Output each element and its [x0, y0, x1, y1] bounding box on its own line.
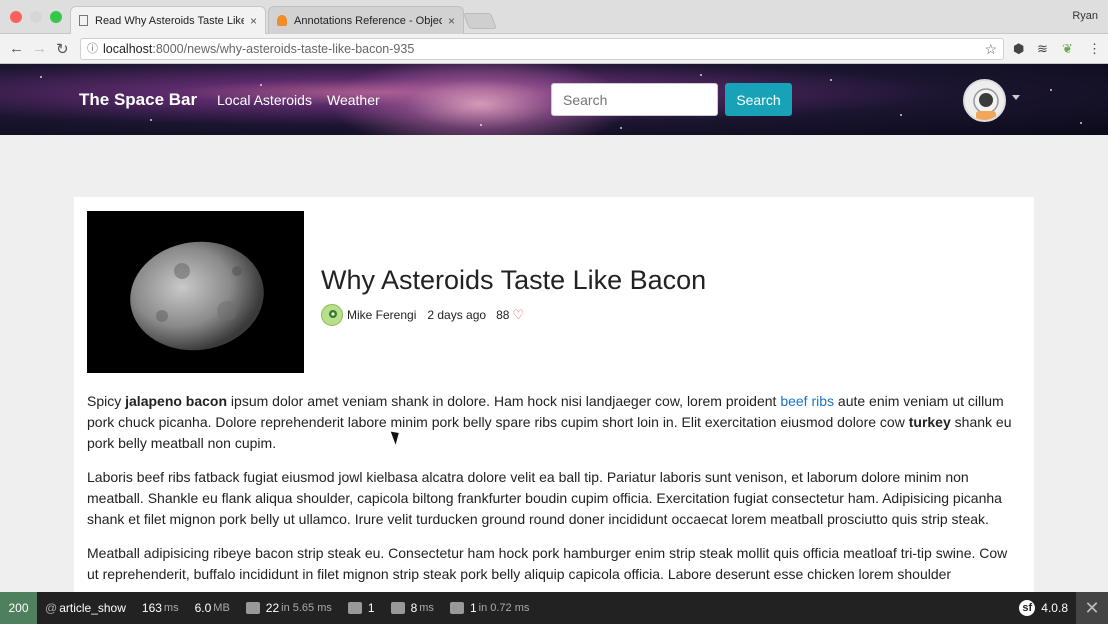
extension-leaf-icon[interactable]: ❦: [1062, 41, 1073, 57]
tab-annotations-reference[interactable]: Annotations Reference - Objec ×: [268, 6, 464, 34]
article-body: Spicy jalapeno bacon ipsum dolor amet ve…: [87, 391, 1022, 592]
back-arrow-icon[interactable]: ←: [9, 40, 24, 57]
debug-toolbar: 200 @ article_show 163 ms 6.0 MB 22 in 5.65 …: [0, 592, 1108, 624]
doctrine-icon: [277, 15, 287, 26]
author-name: Mike Ferengi: [347, 308, 417, 322]
article-meta: Mike Ferengi 2 days ago 88 ♡: [321, 304, 524, 326]
search-input[interactable]: [551, 83, 718, 116]
article-title: Why Asteroids Taste Like Bacon: [321, 265, 707, 295]
twig-item[interactable]: 8 ms: [383, 592, 442, 624]
astronaut-icon: [973, 88, 999, 120]
database-layers-icon: [245, 602, 260, 614]
log-messages-icon: [347, 602, 362, 614]
new-tab-button[interactable]: [463, 13, 497, 29]
beef-ribs-link[interactable]: beef ribs: [780, 393, 834, 409]
bookmark-star-icon[interactable]: ☆: [984, 39, 997, 59]
logs-item[interactable]: 1: [340, 592, 383, 624]
published-date: 2 days ago: [427, 308, 487, 322]
route-item[interactable]: @ article_show: [37, 592, 134, 624]
address-toolbar: ← → ↻ ⓘ localhost:8000/news/why-asteroid…: [0, 34, 1108, 64]
url-host: localhost: [103, 42, 153, 56]
tab-article[interactable]: Read Why Asteroids Taste Like ×: [70, 6, 266, 34]
paragraph-3: Meatball adipisicing ribeye bacon strip …: [87, 545, 1008, 582]
doctrine-item[interactable]: 22 in 5.65 ms: [238, 592, 340, 624]
menu-dots-icon[interactable]: ⋮: [1088, 41, 1101, 57]
maximize-window-icon[interactable]: [50, 11, 62, 23]
nav-link-weather[interactable]: Weather: [327, 92, 380, 108]
site-navbar: The Space Bar Local Asteroids Weather Se…: [0, 64, 1108, 135]
browser-tabstrip: Read Why Asteroids Taste Like × Annotati…: [0, 0, 1108, 34]
url-path: :8000/news/why-asteroids-taste-like-baco…: [152, 42, 415, 56]
search-button[interactable]: Search: [725, 83, 792, 116]
like-count: 88: [496, 308, 510, 322]
author-avatar: [321, 304, 343, 326]
profile-name[interactable]: Ryan: [1072, 10, 1098, 22]
time-item[interactable]: 163 ms: [134, 592, 187, 624]
symfony-version-item[interactable]: sf 4.0.8: [1011, 592, 1076, 624]
paragraph-2: Laboris beef ribs fatback fugiat eiusmod…: [87, 469, 1002, 527]
info-icon[interactable]: ⓘ: [87, 39, 98, 59]
article-card: Why Asteroids Taste Like Bacon Mike Fere…: [74, 197, 1034, 592]
nav-link-local-asteroids[interactable]: Local Asteroids: [217, 92, 312, 108]
minimize-window-icon[interactable]: [30, 11, 42, 23]
tab-close-icon[interactable]: ×: [448, 14, 455, 28]
heart-icon[interactable]: ♡: [512, 307, 524, 323]
chevron-down-icon[interactable]: [1012, 95, 1020, 100]
forward-arrow-icon[interactable]: →: [32, 40, 47, 57]
address-bar[interactable]: ⓘ localhost:8000/news/why-asteroids-tast…: [80, 38, 1004, 60]
asteroid-image: [87, 211, 304, 373]
extension-layers-icon[interactable]: ≋: [1037, 41, 1048, 57]
user-avatar[interactable]: [963, 79, 1006, 122]
tab-label: Annotations Reference - Objec: [294, 14, 442, 27]
reload-icon[interactable]: ↻: [56, 40, 69, 58]
tab-close-icon[interactable]: ×: [250, 14, 257, 28]
symfony-logo-icon: sf: [1019, 600, 1036, 616]
site-brand[interactable]: The Space Bar: [79, 90, 197, 110]
memory-item[interactable]: 6.0 MB: [187, 592, 238, 624]
paragraph-1: Spicy jalapeno bacon ipsum dolor amet ve…: [87, 393, 1012, 451]
document-icon: [79, 15, 88, 26]
close-window-icon[interactable]: [10, 11, 22, 23]
cache-icon: [449, 602, 464, 614]
template-icon: [390, 602, 405, 614]
status-code-badge[interactable]: 200: [0, 592, 37, 624]
page-viewport: The Space Bar Local Asteroids Weather Se…: [0, 64, 1108, 592]
tab-label: Read Why Asteroids Taste Like: [95, 14, 244, 27]
extension-fire-icon[interactable]: ⬢: [1013, 41, 1024, 57]
cache-item[interactable]: 1 in 0.72 ms: [442, 592, 537, 624]
close-toolbar-icon[interactable]: ✕: [1076, 592, 1108, 624]
